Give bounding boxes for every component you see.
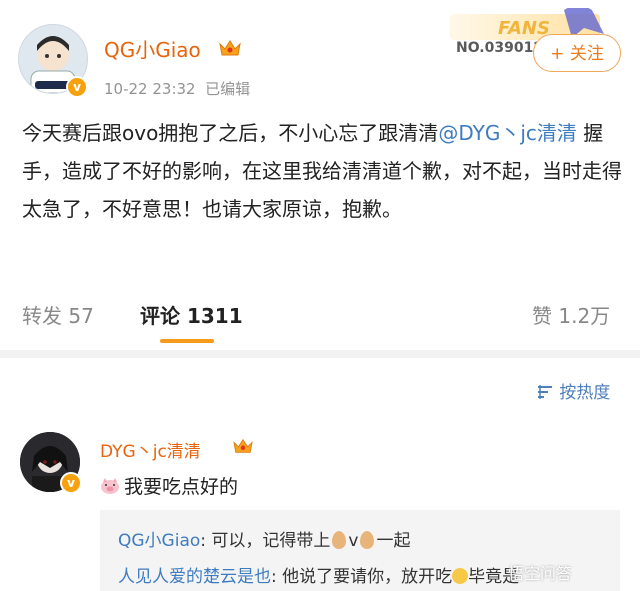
reply-author[interactable]: QG小Giao (118, 531, 200, 551)
verified-badge-icon: v (66, 76, 88, 98)
active-tab-indicator (160, 339, 214, 343)
tab-repost[interactable]: 转发 57 (22, 300, 94, 329)
commenter-name[interactable]: DYG丶jc清清 (100, 437, 201, 462)
post-text: 今天赛后跟ovo拥抱了之后，不小心忘了跟清清@DYG丶jc清清 握手，造成了不好… (22, 121, 622, 221)
pig-emoji-icon (101, 478, 119, 494)
egg-emoji-icon (332, 531, 347, 549)
edited-label: 已编辑 (205, 80, 251, 98)
reply-item: 人见人爱的楚云是也: 他说了要请你，放开吃 毕竟是 (118, 567, 520, 587)
commenter-verified-icon: v (60, 472, 82, 494)
tab-comment[interactable]: 评论 1311 (140, 300, 243, 329)
commenter-crown-icon (233, 438, 253, 453)
sort-icon (538, 385, 552, 399)
sort-button[interactable]: 按热度 (536, 378, 610, 403)
reply-author[interactable]: 人见人爱的楚云是也 (118, 567, 271, 587)
follow-button[interactable]: + 关注 (533, 34, 621, 72)
fans-number: NO.039012 (456, 40, 544, 56)
vip-crown-icon (219, 40, 241, 56)
post-timestamp: 10-22 23:32 已编辑 (104, 80, 251, 98)
watermark: 悟空问答 (508, 564, 573, 583)
tab-like[interactable]: 赞 1.2万 (532, 300, 610, 329)
comment-text: 我要吃点好的 (100, 472, 238, 499)
egg-emoji-icon (360, 531, 375, 549)
reply-item: QG小Giao: 可以，记得带上 v 一起 (118, 531, 411, 551)
author-name[interactable]: QG小Giao (104, 34, 201, 63)
section-divider (0, 350, 640, 358)
laugh-emoji-icon (452, 568, 469, 584)
mention-link[interactable]: @DYG丶jc清清 (438, 121, 577, 145)
